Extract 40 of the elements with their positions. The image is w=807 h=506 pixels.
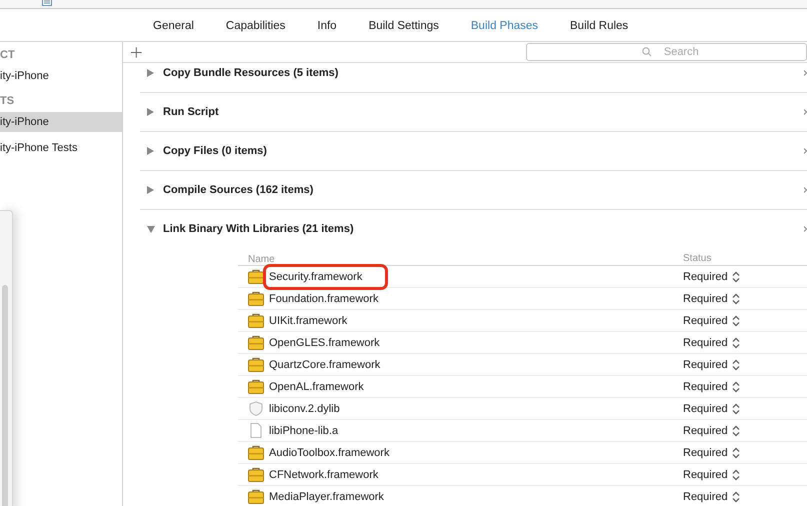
section-heading: CT — [0, 48, 16, 63]
tab[interactable]: Build Phases — [454, 20, 554, 32]
status-dropdown[interactable]: Required — [683, 270, 740, 282]
library-name: OpenGLES.framework — [268, 336, 381, 350]
library-name: OpenAL.framework — [268, 380, 365, 394]
sidebar-item[interactable]: ity-iPhone — [0, 112, 122, 132]
search-field[interactable]: Search — [526, 43, 807, 61]
phase-title[interactable]: Compile Sources (162 items) — [163, 184, 314, 196]
library-name: MediaPlayer.framework — [268, 490, 385, 504]
library-name: CFNetwork.framework — [268, 468, 380, 482]
status-dropdown[interactable]: Required — [683, 336, 740, 348]
library-name: Foundation.framework — [268, 292, 380, 306]
phase-title[interactable]: Copy Files (0 items) — [163, 145, 267, 157]
status-dropdown[interactable]: Required — [683, 358, 740, 370]
status-dropdown[interactable]: Required — [683, 468, 740, 480]
tab[interactable]: Capabilities — [210, 20, 302, 32]
column-header: Status — [683, 253, 712, 265]
section-heading: TS — [0, 94, 16, 109]
status-dropdown[interactable]: Required — [683, 446, 740, 458]
sidebar-item[interactable]: ity-iPhone — [0, 66, 122, 86]
library-name: libiconv.2.dylib — [268, 402, 341, 416]
status-dropdown[interactable]: Required — [683, 490, 740, 502]
status-dropdown[interactable]: Required — [683, 402, 740, 414]
phase-title[interactable]: Run Script — [163, 106, 219, 118]
tab[interactable]: Build Settings — [352, 20, 455, 32]
phase-title[interactable]: Link Binary With Libraries (21 items) — [163, 223, 354, 235]
status-dropdown[interactable]: Required — [683, 292, 740, 304]
status-dropdown[interactable]: Required — [683, 314, 740, 326]
sidebar-item[interactable]: ity-iPhone Tests — [0, 138, 122, 158]
phase-title[interactable]: Copy Bundle Resources (5 items) — [163, 67, 338, 79]
tab[interactable]: Info — [301, 20, 353, 32]
tab[interactable]: General — [137, 20, 210, 32]
column-header: Name — [247, 254, 276, 265]
library-name: UIKit.framework — [268, 314, 348, 328]
tab[interactable]: Build Rules — [554, 20, 644, 32]
status-dropdown[interactable]: Required — [683, 380, 740, 392]
library-name: AudioToolbox.framework — [268, 446, 390, 460]
library-name: QuartzCore.framework — [268, 358, 382, 372]
status-dropdown[interactable]: Required — [683, 424, 740, 436]
library-name: libiPhone-lib.a — [268, 424, 340, 438]
